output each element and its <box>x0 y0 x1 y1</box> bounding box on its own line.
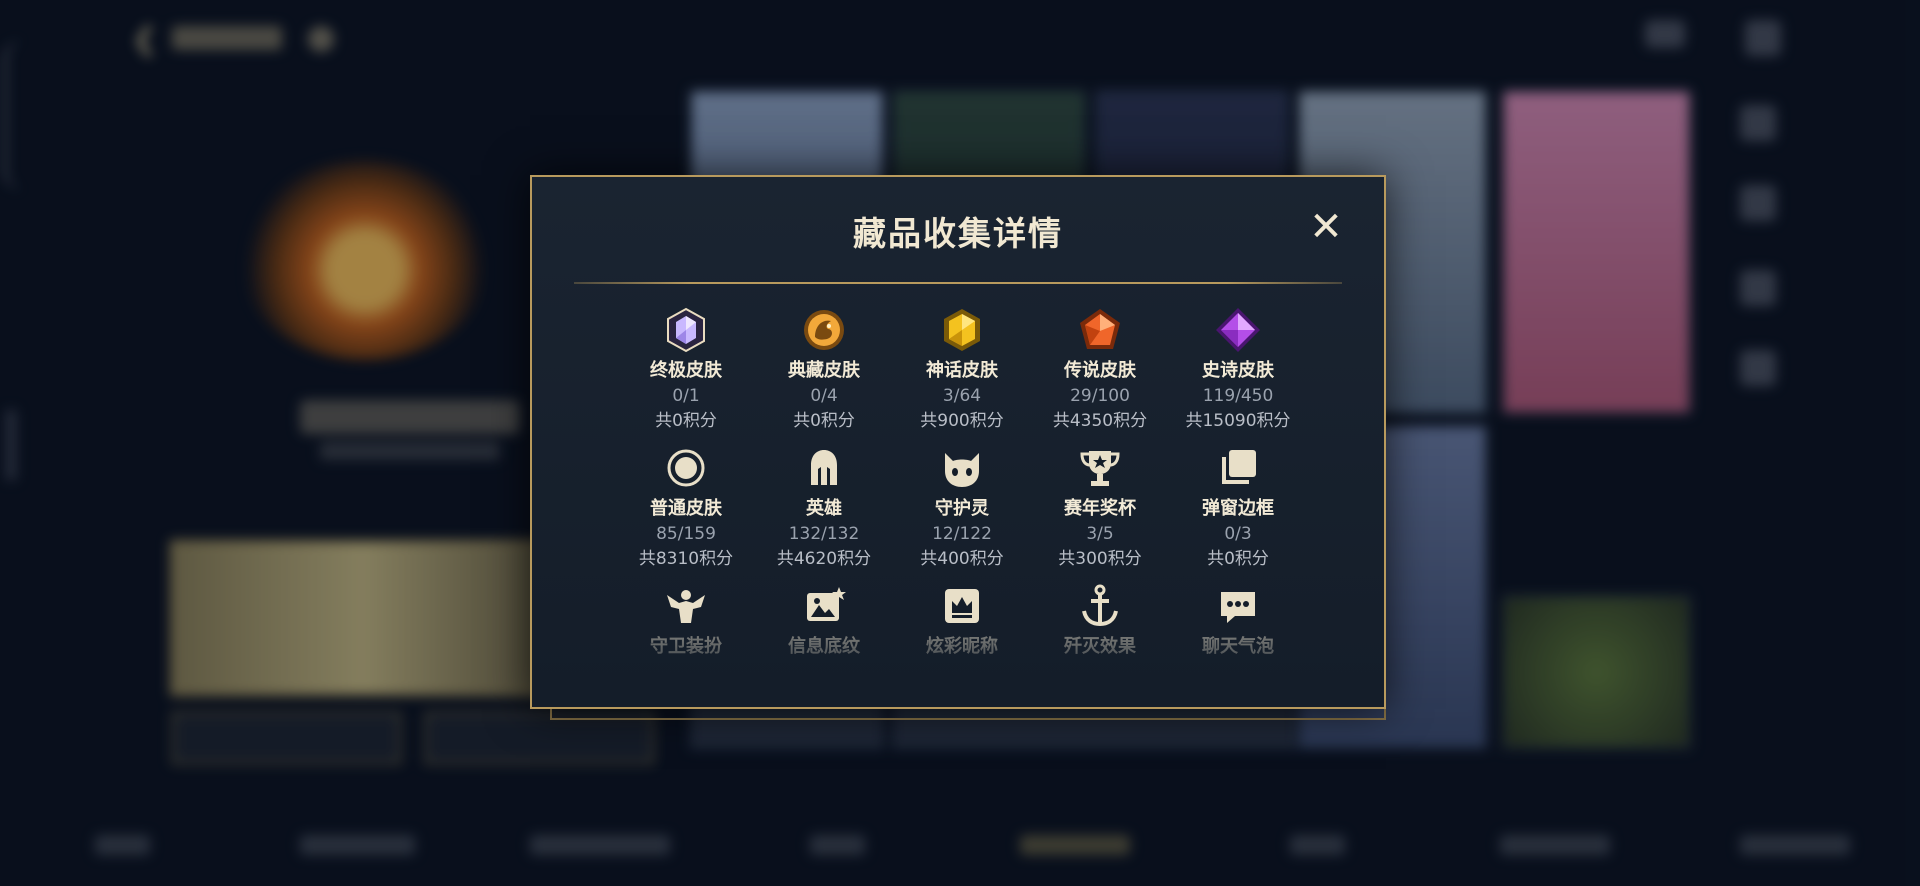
popup-frame-icon <box>1222 450 1256 484</box>
item-count: 85/159 <box>656 524 716 544</box>
collection-item-guard-outfit[interactable]: 守卫装扮 <box>617 583 755 659</box>
item-label: 守卫装扮 <box>650 636 722 657</box>
item-count: 0/4 <box>810 386 838 406</box>
modal-bottom-edge <box>550 708 1386 720</box>
item-label: 守护灵 <box>935 498 989 519</box>
item-points: 共300积分 <box>1058 549 1142 569</box>
item-points: 共4620积分 <box>776 549 872 569</box>
item-count: 12/122 <box>932 524 992 544</box>
collection-item-mythic[interactable]: 神话皮肤 3/64 共900积分 <box>893 307 1031 433</box>
collection-item-legendary[interactable]: 传说皮肤 29/100 共4350积分 <box>1031 307 1169 433</box>
item-label: 史诗皮肤 <box>1202 360 1274 381</box>
guard-outfit-icon <box>667 590 705 623</box>
item-points: 共900积分 <box>920 411 1004 431</box>
collection-item-ultimate[interactable]: 终极皮肤 0/1 共0积分 <box>617 307 755 433</box>
collection-item-hero[interactable]: 英雄 132/132 共4620积分 <box>755 445 893 571</box>
item-label: 赛年奖杯 <box>1064 498 1136 519</box>
collection-item-colorful-nickname[interactable]: 炫彩昵称 <box>893 583 1031 659</box>
item-points: 共4350积分 <box>1052 411 1148 431</box>
item-label: 弹窗边框 <box>1202 498 1274 519</box>
item-label: 信息底纹 <box>788 636 860 657</box>
info-background-icon <box>807 587 846 621</box>
item-count: 0/3 <box>1224 524 1252 544</box>
item-label: 聊天气泡 <box>1202 636 1274 657</box>
item-points: 共8310积分 <box>638 549 734 569</box>
collection-item-chat-bubble[interactable]: 聊天气泡 <box>1169 583 1307 659</box>
collection-item-trophy[interactable]: 赛年奖杯 3/5 共300积分 <box>1031 445 1169 571</box>
ultimate-skin-gem-icon <box>667 307 705 353</box>
collection-item-info-background[interactable]: 信息底纹 <box>755 583 893 659</box>
title-divider <box>574 282 1342 284</box>
collection-details-dialog: 藏品收集详情 ✕ 终极皮肤 0/1 共0积分 典藏皮肤 0/4 共0积分 神话皮… <box>530 175 1386 709</box>
item-points: 共400积分 <box>920 549 1004 569</box>
collection-item-guardian[interactable]: 守护灵 12/122 共400积分 <box>893 445 1031 571</box>
item-count: 3/64 <box>942 386 982 406</box>
item-count: 0/1 <box>672 386 700 406</box>
item-label: 终极皮肤 <box>650 360 722 381</box>
item-label: 神话皮肤 <box>926 360 998 381</box>
guardian-spirit-icon <box>945 453 979 487</box>
item-label: 英雄 <box>806 498 842 519</box>
annihilation-effect-icon <box>1082 584 1118 627</box>
collector-skin-dragon-icon <box>804 310 844 350</box>
collection-item-common[interactable]: 普通皮肤 85/159 共8310积分 <box>617 445 755 571</box>
item-label: 歼灭效果 <box>1064 636 1136 657</box>
collection-item-epic[interactable]: 史诗皮肤 119/450 共15090积分 <box>1169 307 1307 433</box>
epic-skin-gem-icon <box>1216 308 1260 352</box>
dialog-title: 藏品收集详情 <box>853 214 1063 253</box>
collection-item-popup-frame[interactable]: 弹窗边框 0/3 共0积分 <box>1169 445 1307 571</box>
collection-item-annihilation[interactable]: 歼灭效果 <box>1031 583 1169 659</box>
item-label: 炫彩昵称 <box>926 636 998 657</box>
collection-item-collector[interactable]: 典藏皮肤 0/4 共0积分 <box>755 307 893 433</box>
item-points: 共0积分 <box>793 411 855 431</box>
item-count: 132/132 <box>788 524 860 544</box>
hero-helmet-icon <box>811 450 837 485</box>
close-button[interactable]: ✕ <box>1306 207 1346 247</box>
item-count: 3/5 <box>1086 524 1114 544</box>
common-skin-circle-icon <box>667 449 705 487</box>
chat-bubble-icon <box>1221 592 1255 623</box>
colorful-nickname-icon <box>945 589 979 623</box>
item-points: 共15090积分 <box>1185 411 1291 431</box>
item-label: 典藏皮肤 <box>788 360 860 381</box>
legendary-skin-gem-icon <box>1080 309 1120 349</box>
item-count: 29/100 <box>1070 386 1130 406</box>
item-points: 共0积分 <box>1207 549 1269 569</box>
item-count: 119/450 <box>1202 386 1274 406</box>
item-label: 传说皮肤 <box>1064 360 1136 381</box>
item-label: 普通皮肤 <box>650 498 722 519</box>
season-trophy-icon <box>1080 451 1120 486</box>
mythic-skin-gem-icon <box>944 309 980 351</box>
item-points: 共0积分 <box>655 411 717 431</box>
